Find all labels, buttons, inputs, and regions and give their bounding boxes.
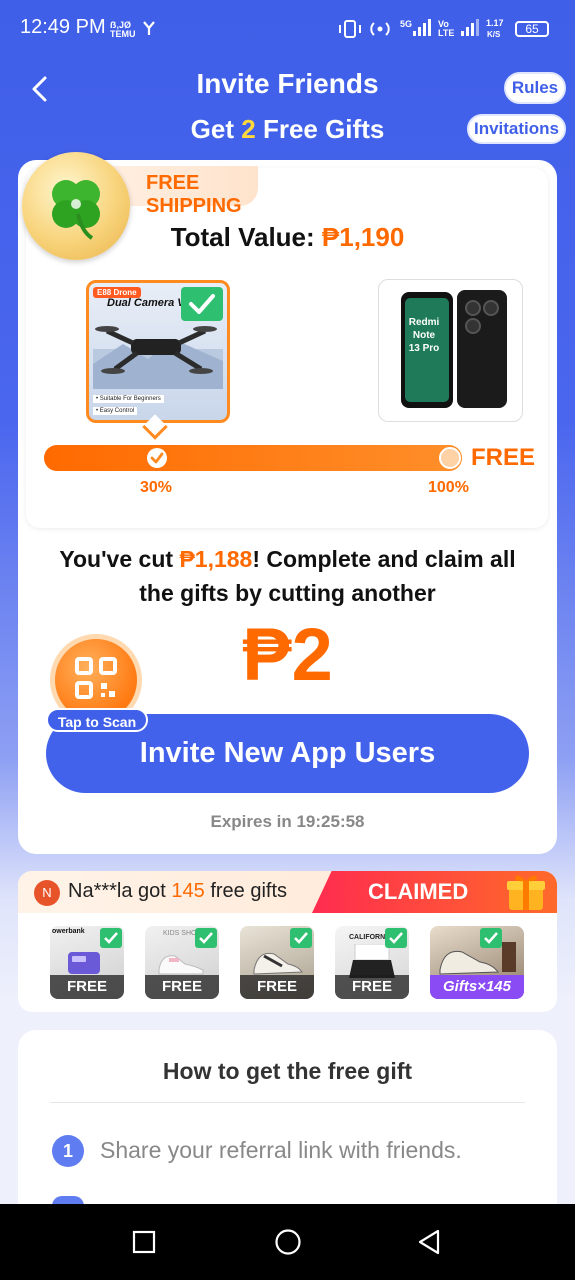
claimed-thumb-3: FREE — [240, 926, 314, 999]
step-number: 1 — [52, 1135, 84, 1167]
hotspot-icon — [370, 22, 390, 36]
product-phone[interactable]: Redmi Note 13 Pro — [378, 279, 523, 422]
expires-timer: Expires in 19:25:58 — [210, 812, 365, 831]
recents-icon[interactable] — [132, 1230, 156, 1254]
thumb-label: FREE — [335, 975, 409, 999]
check-badge — [480, 928, 502, 948]
claimed-user: Na***la got — [68, 880, 172, 902]
sneakers-image — [439, 942, 516, 975]
cut-message: You've cut ₱1,188! Complete and claim al… — [40, 542, 535, 610]
system-nav-bar — [0, 1204, 575, 1280]
outfit-image — [349, 944, 395, 978]
tap-to-scan-label[interactable]: Tap to Scan — [46, 708, 148, 732]
volte-label: Vo LTE — [438, 19, 455, 38]
subtitle-count: 2 — [241, 114, 256, 144]
thumb-caption: KIDS SHO — [163, 930, 197, 937]
product-bullet-2: • Easy Control — [93, 407, 138, 415]
progress-label-100: 100% — [428, 479, 469, 496]
status-time: 12:49 PM — [20, 16, 106, 38]
thumb-caption: owerbank — [52, 928, 85, 935]
progress-marker-30 — [146, 448, 167, 468]
network-speed-unit: K/S — [487, 30, 501, 39]
step-text: Share your referral link with friends. — [100, 1137, 462, 1163]
product-bullet-1: • Suitable For Beginners — [93, 395, 164, 403]
avatar: N — [34, 880, 60, 906]
howto-title: How to get the free gift — [162, 1058, 413, 1084]
check-icon — [294, 932, 308, 944]
notification-label: ẞ,JØ TEMU — [110, 20, 136, 39]
total-amount: ₱1,190 — [321, 222, 405, 252]
divider — [50, 1102, 525, 1103]
home-icon[interactable] — [274, 1228, 302, 1256]
check-icon — [189, 294, 215, 314]
back-nav-icon[interactable] — [416, 1228, 442, 1256]
signal-5g-label: 5G — [400, 19, 413, 29]
selected-check-badge — [181, 287, 223, 321]
thumb-label: FREE — [50, 975, 124, 999]
vibrate-icon — [339, 20, 361, 38]
check-icon — [484, 932, 498, 944]
page-title: Invite Friends — [196, 68, 379, 99]
claimed-suffix: free gifts — [204, 880, 288, 902]
battery-indicator: 65 — [515, 21, 549, 37]
progress-label-30: 30% — [140, 479, 173, 496]
app-notification-icon — [143, 21, 155, 35]
claimed-thumb-4: CALIFORNIA FREE — [335, 926, 409, 999]
check-icon — [199, 932, 213, 944]
total-label: Total Value: — [170, 222, 322, 252]
check-icon — [150, 452, 164, 464]
signal-icon — [413, 19, 431, 36]
gift-box-icon — [507, 875, 545, 910]
check-badge — [290, 928, 312, 948]
product-title: Dual Camera V — [107, 297, 185, 309]
claimed-thumb-2: KIDS SHO FREE — [145, 926, 219, 999]
claimed-count: 145 — [171, 880, 205, 902]
thumb-label: FREE — [145, 975, 219, 999]
progress-fill — [44, 445, 462, 471]
status-bar: 12:49 PM ẞ,JØ TEMU 5G Vo LTE 1.17 K/S 65 — [0, 0, 575, 58]
claimed-thumb-5: Gifts×145 — [430, 926, 524, 999]
total-value: Total Value: ₱1,190 — [0, 222, 575, 253]
progress-marker-100 — [439, 447, 461, 469]
thumb-label: Gifts×145 — [430, 975, 524, 999]
subtitle-post: Free Gifts — [255, 114, 385, 144]
powerbank-image — [68, 952, 100, 974]
claimed-message: Na***la got 145 free gifts — [68, 880, 287, 903]
thumb-label: FREE — [240, 975, 314, 999]
check-badge — [195, 928, 217, 948]
check-icon — [104, 932, 118, 944]
check-badge — [100, 928, 122, 948]
check-icon — [389, 932, 403, 944]
network-speed-value: 1.17 — [486, 18, 504, 28]
phone-screen-text: Redmi Note 13 Pro — [408, 317, 440, 354]
cut-pre: You've cut — [59, 546, 180, 572]
free-label: FREE — [471, 444, 536, 471]
invitations-button[interactable]: Invitations — [467, 114, 566, 144]
rules-button[interactable]: Rules — [504, 72, 566, 104]
shoes-image — [158, 955, 204, 975]
check-badge — [385, 928, 407, 948]
product-drone[interactable]: E88 Drone Dual Camera V • Suitable For B… — [86, 280, 230, 423]
claimed-thumb-1: owerbank FREE — [50, 926, 124, 999]
cut-value: ₱1,188 — [179, 546, 253, 572]
signal-icon-2 — [461, 19, 479, 36]
subtitle-pre: Get — [190, 114, 242, 144]
